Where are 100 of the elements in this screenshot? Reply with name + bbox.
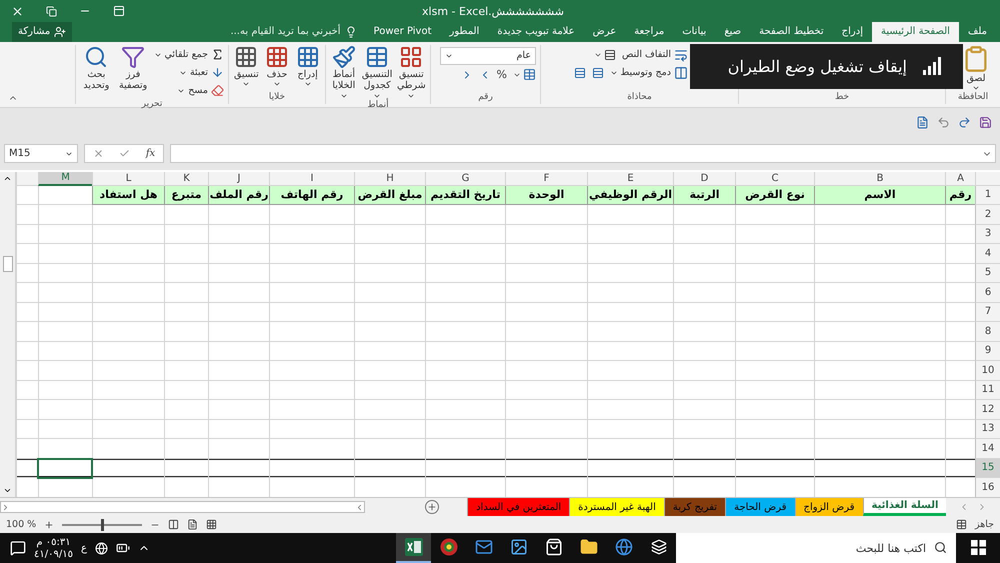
ribbon-button[interactable]: التنسيق كجدول [362, 44, 393, 100]
row-header[interactable]: 7 [975, 302, 1000, 322]
ribbon-button[interactable]: تنسيق شرطي [396, 44, 426, 100]
accounting-button[interactable] [513, 66, 536, 83]
save-icon[interactable] [979, 116, 992, 130]
row-header[interactable]: 6 [975, 283, 1000, 303]
column-header[interactable]: A [945, 172, 975, 186]
column-header[interactable]: I [269, 172, 354, 186]
share-button[interactable]: مشاركة [12, 22, 72, 42]
column-header[interactable]: E [587, 172, 673, 186]
row-header[interactable]: 16 [975, 478, 1000, 498]
horizontal-scrollbar[interactable] [0, 501, 366, 514]
language-indicator[interactable]: ع [80, 542, 87, 554]
ribbon-button[interactable]: فرز وتصفية [116, 44, 150, 92]
row-header[interactable]: 4 [975, 244, 1000, 264]
column-header[interactable]: D [673, 172, 735, 186]
column-header[interactable]: K [164, 172, 208, 186]
ribbon-button[interactable]: أنماط الخلايا [330, 44, 358, 100]
group-label: رقم [478, 92, 493, 104]
ribbon-tab[interactable]: بيانات [673, 22, 716, 42]
ribbon-button[interactable]: حذف [264, 44, 290, 88]
ribbon-tab[interactable]: صيغ [715, 22, 750, 42]
close-icon [10, 4, 24, 18]
battery-icon[interactable] [116, 541, 130, 555]
sheet-tab[interactable]: السلة الغذائية [862, 498, 946, 516]
vertical-scrollbar[interactable] [0, 172, 16, 498]
table-cell: الرقم الوظيفي [587, 186, 673, 206]
clock[interactable]: ٠٥:٣١ م ٤١/٠٩/١٥ [34, 536, 73, 560]
lightbulb-icon [344, 26, 357, 38]
row-header[interactable]: 15 [975, 458, 1000, 478]
sheet-tab[interactable]: الهبة غير المستردة [569, 498, 664, 516]
ribbon-button[interactable]: تعبئة [154, 64, 224, 81]
active-cell[interactable] [38, 458, 92, 478]
ribbon-button[interactable]: دمج وتوسيط [610, 64, 688, 81]
row-header[interactable]: 5 [975, 264, 1000, 284]
format-cells-icon [234, 44, 258, 69]
ribbon-button[interactable]: إدراج [294, 44, 321, 88]
column-header[interactable]: G [425, 172, 505, 186]
row-header[interactable]: 11 [975, 380, 1000, 400]
normal-view-icon[interactable] [206, 519, 218, 530]
form-icon[interactable] [916, 116, 929, 130]
column-header[interactable]: B [814, 172, 945, 186]
ribbon-tab[interactable]: إدراج [832, 22, 872, 42]
row-header[interactable]: 13 [975, 420, 1000, 440]
ribbon-button[interactable]: جمع تلقائي [154, 46, 224, 63]
ribbon-tab[interactable]: علامة تبويب جديدة [488, 22, 584, 42]
ribbon-tab[interactable]: ملف [958, 22, 996, 42]
row-header[interactable]: 2 [975, 205, 1000, 225]
ribbon-button[interactable]: بحث وتحديد [80, 44, 113, 92]
scroll-thumb[interactable] [2, 256, 12, 272]
tell-me-field[interactable]: أخبرني بما تريد القيام به... [222, 22, 365, 42]
insert-cells-icon [296, 44, 320, 69]
ribbon-tab[interactable]: الصفحة الرئيسية [872, 22, 959, 42]
taskbar-app-button[interactable] [396, 533, 431, 563]
insert-function-button[interactable]: fx [146, 148, 156, 160]
row-header[interactable]: 8 [975, 322, 1000, 342]
row-header[interactable]: 3 [975, 224, 1000, 244]
sheet-tab[interactable]: المتعثرين في السداد [467, 498, 570, 516]
zoom-in-icon[interactable] [44, 520, 54, 530]
sheet-tab[interactable]: قرض الزواج [794, 498, 862, 516]
row-header[interactable]: 10 [975, 361, 1000, 381]
row-header[interactable]: 12 [975, 400, 1000, 420]
row-header[interactable]: 14 [975, 439, 1000, 459]
column-header[interactable]: M [38, 172, 92, 186]
network-icon[interactable] [94, 542, 108, 554]
sheet-tab[interactable]: قرض الحاجة [725, 498, 795, 516]
notification-icon[interactable] [10, 540, 26, 556]
number-format-dropdown[interactable]: عام [440, 46, 536, 65]
name-box[interactable]: M15 [4, 144, 78, 164]
ribbon-tab[interactable]: Power Pivot [364, 22, 441, 42]
redo-icon[interactable] [958, 116, 971, 130]
row-header[interactable]: 9 [975, 342, 1000, 362]
cancel-icon [92, 148, 104, 160]
taskbar-search-field[interactable]: اكتب هنا للبحث [676, 533, 956, 563]
user-plus-icon [54, 26, 66, 38]
column-header[interactable]: L [92, 172, 164, 186]
undo-icon[interactable] [937, 116, 950, 130]
ribbon-tab[interactable]: المطور [440, 22, 488, 42]
paintbrush-icon [332, 44, 356, 69]
page-break-icon[interactable] [168, 519, 180, 530]
column-header[interactable]: F [505, 172, 587, 186]
page-layout-icon[interactable] [187, 519, 198, 530]
column-header[interactable]: C [735, 172, 814, 186]
ribbon-button[interactable]: التفاف النص [622, 46, 688, 63]
restore-icon [46, 6, 56, 16]
ribbon-tab[interactable]: عرض [584, 22, 626, 42]
folder-icon [580, 538, 598, 556]
percent-button[interactable]: % [496, 66, 507, 83]
table-cell: رقم الهاتف [269, 186, 354, 206]
ribbon-tab[interactable]: تخطيط الصفحة [750, 22, 833, 42]
ribbon-button[interactable]: مسح [154, 82, 224, 99]
formula-input[interactable] [170, 144, 996, 164]
ribbon-tab[interactable]: مراجعة [625, 22, 674, 42]
column-header[interactable]: J [208, 172, 269, 186]
row-header[interactable]: 1 [975, 186, 1000, 206]
slider-thumb[interactable] [100, 518, 104, 531]
column-header[interactable]: H [354, 172, 425, 186]
ribbon-button[interactable]: تنسيق [232, 44, 260, 88]
search-icon [934, 541, 947, 554]
add-sheet-button[interactable] [425, 500, 440, 514]
